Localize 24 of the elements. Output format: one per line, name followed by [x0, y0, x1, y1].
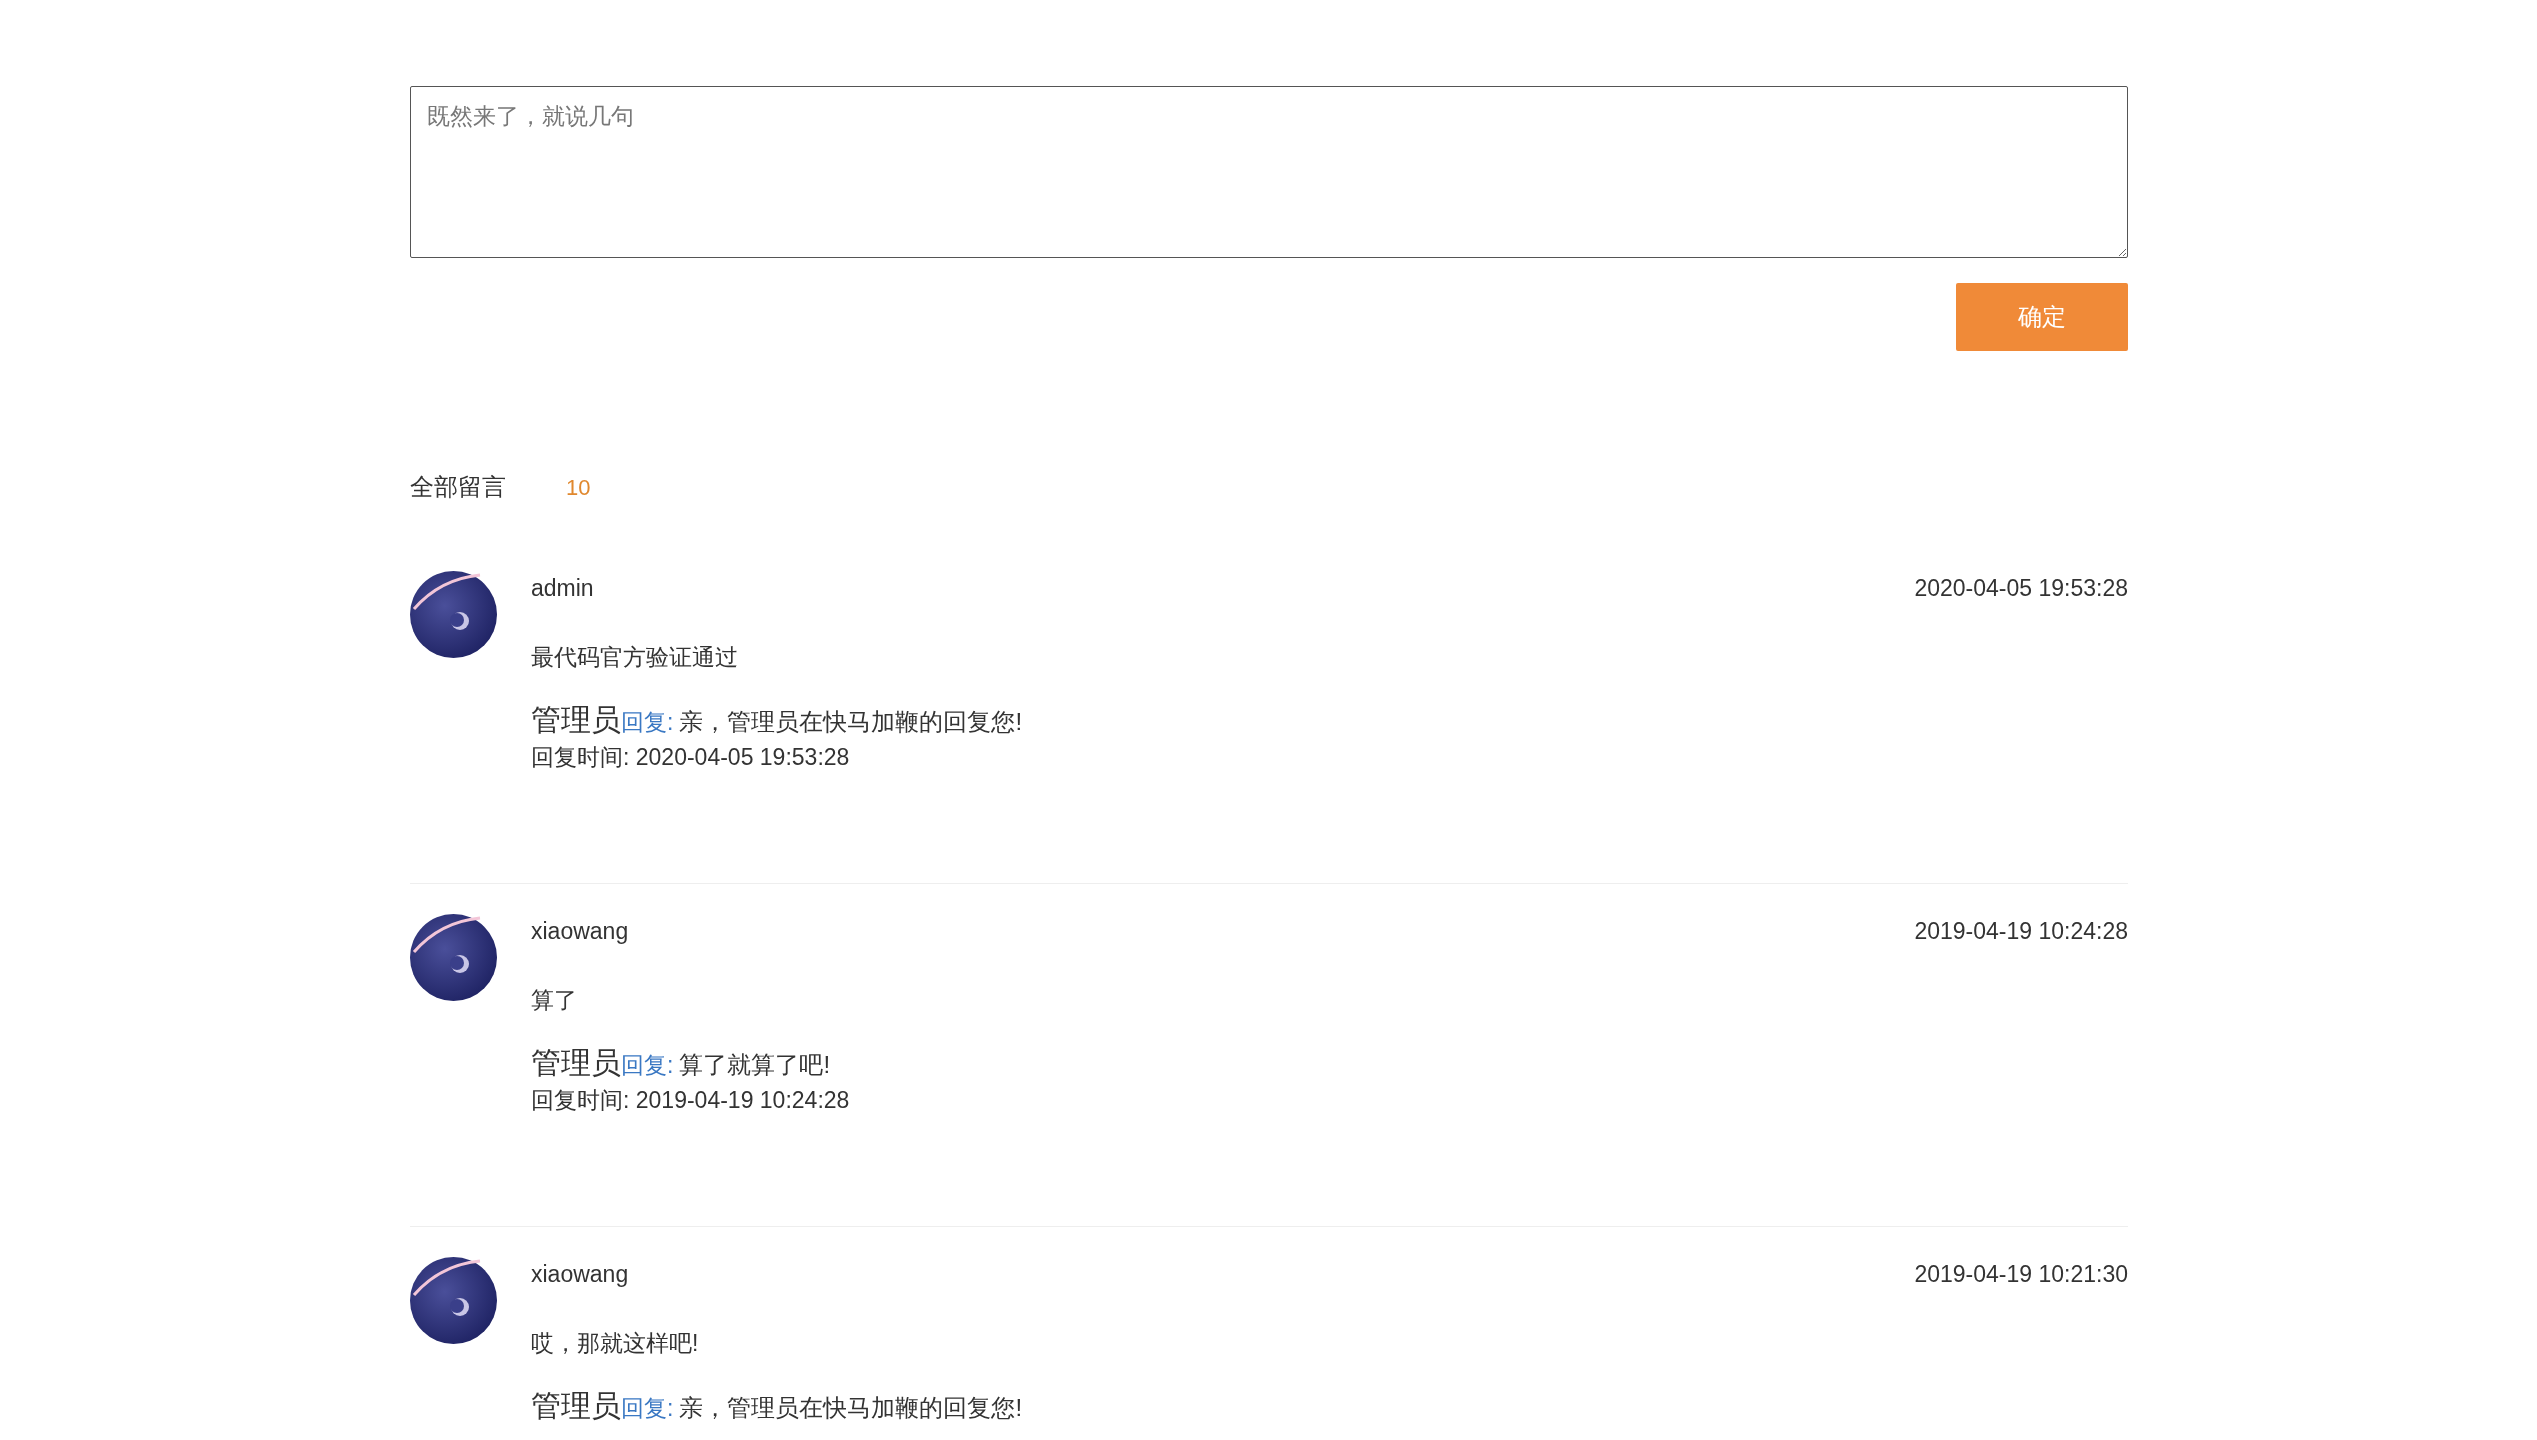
username: xiaowang: [531, 1260, 629, 1290]
comment-text: 算了: [531, 985, 578, 1015]
reply-text: 亲，管理员在快马加鞭的回复您!: [679, 706, 1023, 737]
reply-author: 管理员: [531, 1044, 621, 1081]
comment-date: 2019-04-19 10:21:30: [1914, 1260, 2128, 1289]
reply-author: 管理员: [531, 701, 621, 738]
reply-label: 回复:: [621, 1050, 674, 1080]
comment-input[interactable]: 既然来了，就说几句: [410, 86, 2128, 258]
reply-label: 回复:: [621, 707, 674, 737]
username: xiaowang: [531, 917, 629, 947]
reply-time: 回复时间: 2019-04-19 10:24:28: [531, 1085, 851, 1115]
submit-button[interactable]: 确定: [1956, 283, 2128, 351]
comment-text: 最代码官方验证通过: [531, 642, 739, 672]
comments-title: 全部留言: [410, 472, 506, 502]
username: admin: [531, 574, 594, 604]
reply-time: 回复时间: 2020-04-05 19:53:28: [531, 742, 851, 772]
comment-text: 哎，那就这样吧!: [531, 1328, 700, 1358]
reply-author: 管理员: [531, 1387, 621, 1424]
comment-date: 2019-04-19 10:24:28: [1914, 917, 2128, 946]
comment-count: 10: [566, 473, 591, 502]
reply-text: 亲，管理员在快马加鞭的回复您!: [679, 1392, 1023, 1423]
comment-date: 2020-04-05 19:53:28: [1914, 574, 2128, 603]
reply-text: 算了就算了吧!: [679, 1049, 831, 1080]
reply-label: 回复:: [621, 1393, 674, 1423]
